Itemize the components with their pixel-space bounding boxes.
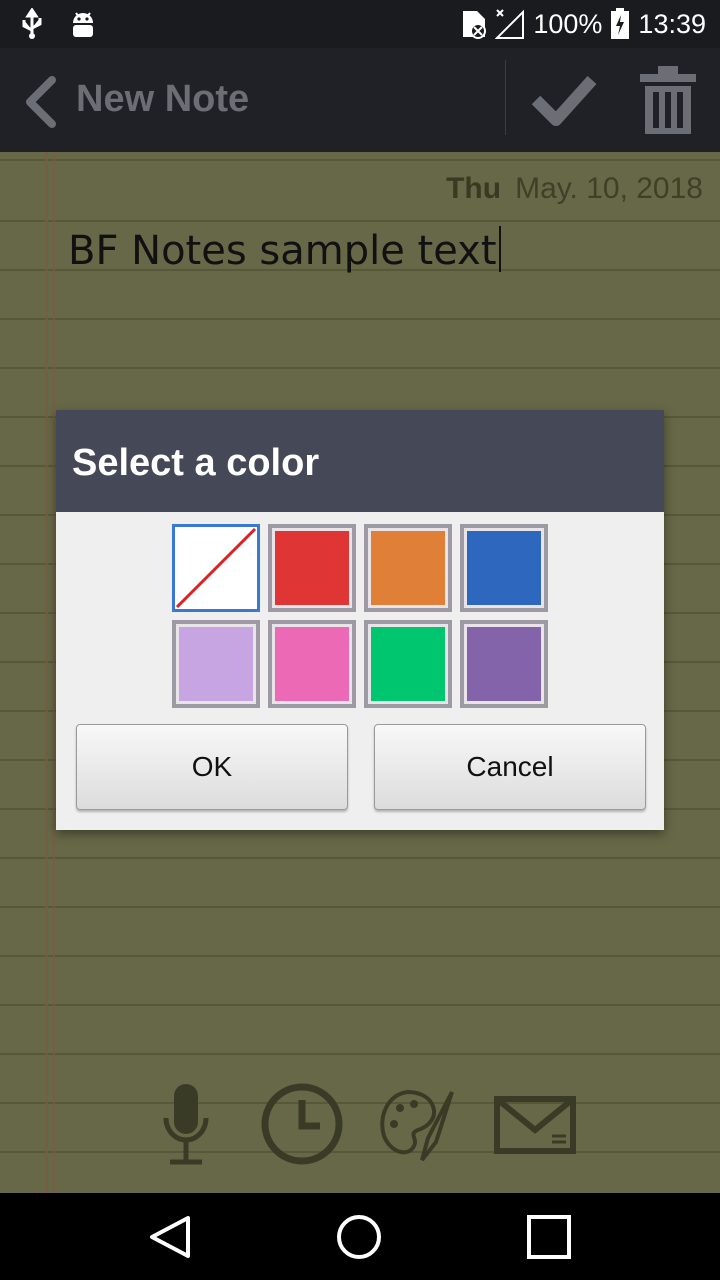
color-swatch-blue[interactable] (460, 524, 548, 612)
note-toolbar (0, 1082, 720, 1172)
android-debug-icon (73, 12, 93, 37)
note-date-value: May. 10, 2018 (515, 172, 703, 205)
page-title: New Note (76, 78, 250, 120)
color-swatch-green[interactable] (364, 620, 452, 708)
margin-line (53, 152, 55, 1193)
color-swatch-none[interactable] (172, 524, 260, 612)
note-date: Thu May. 10, 2018 (446, 172, 703, 206)
navigation-bar (0, 1193, 720, 1280)
save-check-icon[interactable] (530, 70, 598, 130)
note-text-input[interactable]: BF Notes sample text (68, 226, 501, 274)
color-swatch-pink[interactable] (268, 620, 356, 708)
color-swatch-red[interactable] (268, 524, 356, 612)
color-swatch-lavender[interactable] (172, 620, 260, 708)
recents-nav-icon[interactable] (526, 1214, 572, 1260)
battery-charging-icon (611, 8, 630, 39)
color-swatch-purple[interactable] (460, 620, 548, 708)
usb-icon (22, 8, 42, 39)
clock-icon[interactable] (260, 1082, 344, 1166)
dialog-title: Select a color (56, 410, 664, 512)
text-cursor (498, 226, 501, 272)
sim-error-icon (463, 11, 487, 39)
delete-trash-icon[interactable] (638, 64, 698, 136)
envelope-icon[interactable] (494, 1096, 576, 1154)
signal-icon (495, 9, 525, 39)
app-bar: New Note (0, 48, 720, 152)
home-nav-icon[interactable] (336, 1214, 382, 1260)
color-swatch-orange[interactable] (364, 524, 452, 612)
back-arrow-icon[interactable] (20, 76, 64, 128)
dialog-body: OK Cancel (56, 512, 664, 830)
battery-percent: 100% (533, 8, 603, 39)
palette-icon[interactable] (378, 1086, 458, 1166)
color-picker-dialog: Select a color OK Cancel (56, 410, 664, 830)
cancel-button[interactable]: Cancel (374, 724, 646, 810)
clock-time: 13:39 (638, 8, 706, 39)
margin-line (45, 152, 48, 1193)
toolbar-divider (505, 60, 506, 135)
microphone-icon[interactable] (160, 1082, 212, 1168)
back-nav-icon[interactable] (148, 1215, 192, 1259)
status-bar: 100% 13:39 (0, 0, 720, 48)
ok-button[interactable]: OK (76, 724, 348, 810)
note-day: Thu (446, 172, 502, 205)
